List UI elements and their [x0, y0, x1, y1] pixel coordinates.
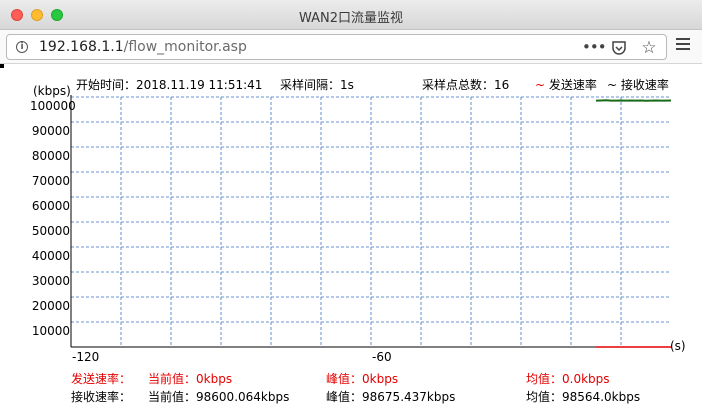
- send-peak-label: 峰值：: [326, 372, 363, 386]
- address-bar[interactable]: i 192.168.1.1/flow_monitor.asp ••• ☆: [6, 34, 667, 60]
- window-titlebar: WAN2口流量监视: [0, 0, 702, 30]
- url-host: 192.168.1.1: [39, 39, 124, 55]
- send-average-value: 0.0kbps: [562, 372, 610, 386]
- flow-monitor-page: (kbps) 开始时间：2018.11.19 11:51:41 采样间隔：1s …: [0, 64, 702, 416]
- send-peak-value: 0kbps: [362, 372, 399, 386]
- recv-average: 均值：98564.0kbps: [526, 388, 640, 405]
- recv-current: 当前值：98600.064kbps: [148, 388, 289, 405]
- send-peak: 峰值：0kbps: [326, 370, 398, 387]
- hamburger-menu-icon[interactable]: [676, 38, 690, 52]
- recv-average-value: 98564.0kbps: [562, 390, 641, 404]
- recv-peak-value: 98675.437kbps: [362, 390, 456, 404]
- window-title: WAN2口流量监视: [298, 11, 404, 26]
- send-current-value: 0kbps: [196, 372, 233, 386]
- bookmark-star-icon[interactable]: ☆: [638, 39, 660, 57]
- pocket-icon[interactable]: [610, 39, 632, 57]
- traffic-chart: [70, 95, 672, 348]
- url-path: /flow_monitor.asp: [123, 39, 247, 55]
- recv-peak: 峰值：98675.437kbps: [326, 388, 455, 405]
- info-icon[interactable]: i: [16, 41, 28, 53]
- send-current: 当前值：0kbps: [148, 370, 232, 387]
- send-rate-label: 发送速率：: [71, 372, 132, 386]
- send-average-label: 均值：: [526, 372, 563, 386]
- recv-peak-label: 峰值：: [326, 390, 363, 404]
- recv-current-value: 98600.064kbps: [196, 390, 290, 404]
- recv-current-label: 当前值：: [148, 390, 197, 404]
- browser-toolbar: i 192.168.1.1/flow_monitor.asp ••• ☆: [0, 30, 702, 64]
- recv-rate-label: 接收速率：: [71, 390, 132, 404]
- send-current-label: 当前值：: [148, 372, 197, 386]
- more-actions-icon[interactable]: •••: [582, 39, 607, 57]
- url-text[interactable]: 192.168.1.1/flow_monitor.asp: [39, 39, 247, 55]
- recv-average-label: 均值：: [526, 390, 563, 404]
- send-average: 均值：0.0kbps: [526, 370, 610, 387]
